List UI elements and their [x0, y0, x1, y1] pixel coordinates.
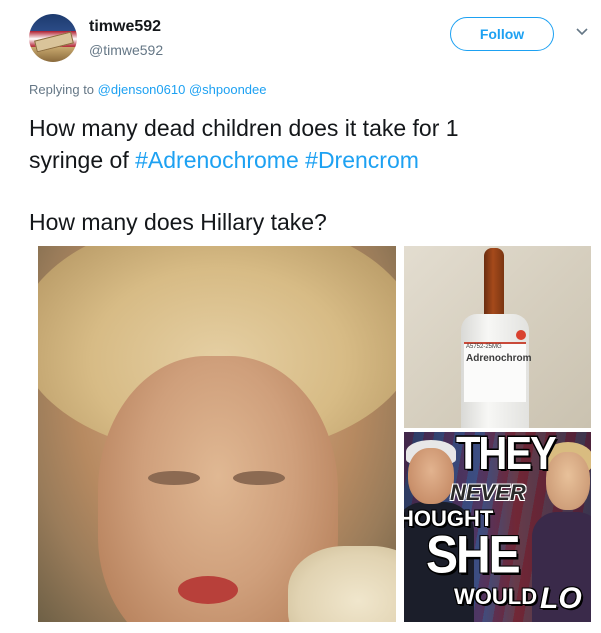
avatar-plank-graphic: [34, 31, 74, 53]
meme-caption-word: SHE: [426, 526, 521, 585]
media-grid: A5752-25MG Adrenochrom THEY NEVER HOUGHT…: [38, 246, 591, 622]
user-handle[interactable]: @timwe592: [89, 42, 163, 58]
portrait-mouth: [178, 576, 238, 604]
follow-button[interactable]: Follow: [450, 17, 554, 51]
tweet-line: How many does Hillary take?: [29, 209, 327, 235]
user-display-name[interactable]: timwe592: [89, 18, 161, 36]
meme-caption-word: WOULD: [454, 584, 538, 609]
portrait-scarf: [288, 546, 396, 622]
tweet-header: timwe592 @timwe592 Follow: [29, 10, 589, 70]
media-photo-vial[interactable]: A5752-25MG Adrenochrom: [404, 246, 591, 428]
tweet-text-fragment: syringe of: [29, 147, 129, 173]
vial-label: [464, 342, 526, 402]
meme-caption-word: NEVER: [450, 480, 526, 505]
hashtag-link[interactable]: #Drencrom: [305, 147, 419, 173]
meme-caption-word: LO: [540, 582, 582, 615]
vial-catalog-number: A5752-25MG: [466, 344, 502, 350]
mention-link[interactable]: @djenson0610: [98, 82, 186, 97]
vial-neck: [484, 248, 504, 318]
mention-link[interactable]: @shpoondee: [189, 82, 267, 97]
vial-product-name: Adrenochrom: [466, 353, 532, 364]
replying-to-line: Replying to @djenson0610 @shpoondee: [29, 82, 267, 97]
portrait-eye: [148, 471, 200, 485]
replying-prefix: Replying to: [29, 82, 95, 97]
tweet-body: How many dead children does it take for …: [29, 112, 589, 238]
hashtag-link[interactable]: #Adrenochrome: [135, 147, 299, 173]
tweet-line: How many dead children does it take for …: [29, 115, 459, 141]
media-photo-meme[interactable]: THEY NEVER HOUGHT SHE WOULD LO: [404, 432, 591, 622]
avatar[interactable]: [29, 14, 77, 62]
chevron-down-icon[interactable]: [571, 22, 593, 44]
tweet-line: syringe of #Adrenochrome #Drencrom: [29, 144, 589, 176]
portrait-eye: [233, 471, 285, 485]
media-photo-portrait[interactable]: [38, 246, 396, 622]
meme-man-face: [408, 448, 454, 504]
vial-logo-icon: [516, 330, 526, 340]
meme-caption-word: THEY: [456, 432, 557, 480]
